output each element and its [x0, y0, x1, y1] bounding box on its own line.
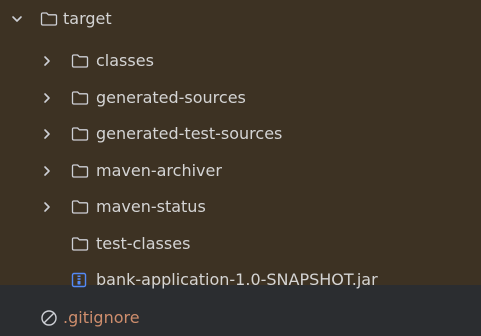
tree-item-label: maven-status: [96, 197, 206, 216]
folder-icon: [71, 152, 89, 189]
chevron-right-icon[interactable]: [40, 152, 54, 189]
tree-item-classes[interactable]: classes: [0, 42, 481, 79]
tree-item-label: generated-test-sources: [96, 124, 283, 143]
chevron-right-icon[interactable]: [40, 79, 54, 116]
tree-item-label: classes: [96, 51, 154, 70]
chevron-right-icon[interactable]: [40, 115, 54, 152]
folder-icon: [71, 42, 89, 79]
tree-item-label: maven-archiver: [96, 161, 222, 180]
folder-icon: [71, 115, 89, 152]
chevron-right-icon[interactable]: [40, 42, 54, 79]
tree-item-label: test-classes: [96, 234, 191, 253]
jar-archive-icon: [71, 261, 87, 298]
folder-icon: [71, 188, 89, 225]
chevron-right-icon[interactable]: [40, 188, 54, 225]
tree-item-label: .gitignore: [63, 308, 140, 327]
tree-item-maven-archiver[interactable]: maven-archiver: [0, 152, 481, 189]
tree-item-label: target: [63, 9, 112, 28]
tree-item-target[interactable]: target: [0, 0, 481, 37]
tree-item-generated-sources[interactable]: generated-sources: [0, 79, 481, 116]
folder-icon: [71, 79, 89, 116]
ignored-file-icon: [40, 299, 58, 336]
tree-item-label: bank-application-1.0-SNAPSHOT.jar: [96, 270, 378, 289]
folder-icon: [71, 225, 89, 262]
tree-item-jar-file[interactable]: bank-application-1.0-SNAPSHOT.jar: [0, 261, 481, 298]
chevron-down-icon[interactable]: [10, 0, 24, 37]
tree-item-gitignore[interactable]: .gitignore: [0, 299, 481, 336]
tree-item-label: generated-sources: [96, 88, 246, 107]
project-tree: target classes generated-sources generat…: [0, 0, 481, 336]
tree-item-generated-test-sources[interactable]: generated-test-sources: [0, 115, 481, 152]
folder-icon: [40, 0, 58, 37]
tree-item-test-classes[interactable]: test-classes: [0, 225, 481, 262]
tree-item-maven-status[interactable]: maven-status: [0, 188, 481, 225]
